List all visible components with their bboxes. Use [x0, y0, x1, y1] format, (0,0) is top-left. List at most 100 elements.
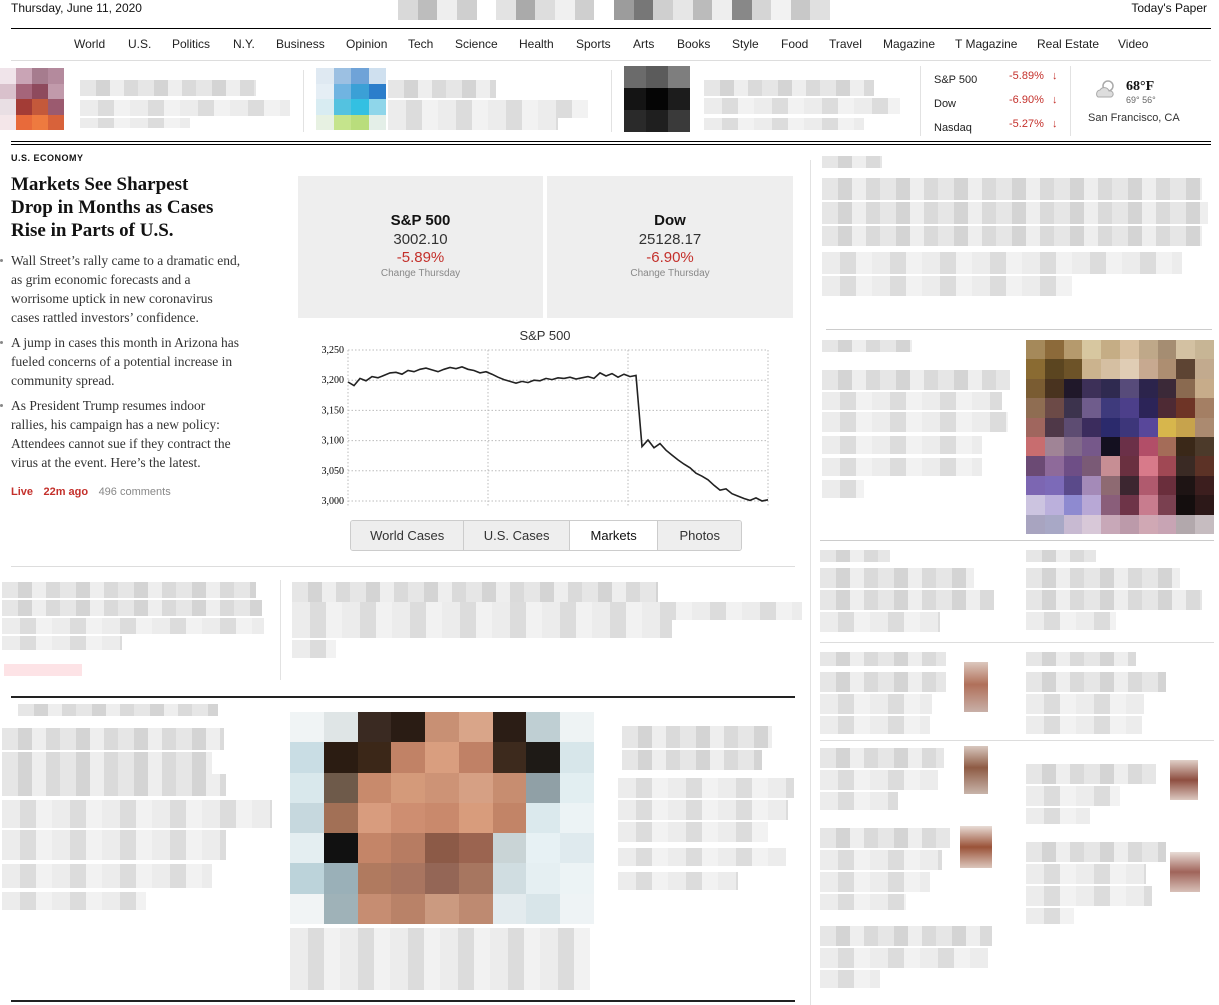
weather-location: San Francisco, CA [1088, 112, 1180, 124]
live-label: Live [11, 486, 34, 498]
section-nav: World U.S. Politics N.Y. Business Opinio… [11, 28, 1211, 61]
tab-world-cases[interactable]: World Cases [351, 521, 465, 550]
bullet-line: community spread. [11, 373, 115, 388]
headline-line: Rise in Parts of U.S. [11, 220, 174, 241]
comments-link[interactable]: 496 comments [99, 486, 171, 498]
opinion-card-blurred[interactable] [1026, 838, 1212, 928]
summary-bullet-1[interactable]: Wall Street’s rally came to a dramatic e… [0, 251, 285, 327]
bullet-dot-icon [0, 259, 3, 262]
partly-cloudy-icon [1096, 80, 1114, 98]
story-card-blurred[interactable] [2, 704, 277, 914]
stock-name: S&P 500 [390, 212, 451, 229]
y-tick-label: 3,050 [322, 466, 345, 477]
bullet-line: cases rattled investors’ confidence. [11, 310, 199, 325]
nav-item-tech[interactable]: Tech [408, 37, 433, 51]
opinion-card-blurred[interactable] [1026, 648, 1212, 738]
weather-widget[interactable]: 68°F 69° 56° San Francisco, CA [1088, 74, 1213, 134]
nav-item-t-magazine[interactable]: T Magazine [955, 37, 1017, 51]
bullet-line: fueled concerns of a potential increase … [11, 354, 233, 369]
summary-bullet-2[interactable]: A jump in cases this month in Arizona ha… [0, 333, 285, 390]
promo-thumbnail [624, 66, 690, 132]
promo-briefing-2[interactable] [314, 68, 604, 132]
stock-change: -6.90% [646, 249, 694, 266]
nav-item-real-estate[interactable]: Real Estate [1037, 37, 1099, 51]
bullet-line: rallies, his campaign has a new policy: [11, 417, 220, 432]
story-card-blurred[interactable] [618, 708, 800, 938]
promo-briefing-3[interactable] [624, 66, 914, 132]
todays-paper-link[interactable]: Today's Paper [1131, 1, 1207, 15]
bullet-line: As President Trump resumes indoor [11, 398, 206, 413]
bullet-line: Wall Street’s rally came to a dramatic e… [11, 253, 241, 268]
opinion-card-blurred[interactable] [1026, 550, 1212, 634]
opinion-card-blurred[interactable] [820, 922, 1010, 992]
nav-item-video[interactable]: Video [1118, 37, 1148, 51]
bullet-line: worrisome uptick in new coronavirus [11, 291, 213, 306]
opinion-photo[interactable] [1026, 340, 1214, 534]
y-tick-label: 3,200 [322, 375, 345, 386]
summary-bullet-3[interactable]: As President Trump resumes indoor rallie… [0, 396, 285, 472]
nav-item-business[interactable]: Business [276, 37, 325, 51]
ticker-row-nasdaq: Nasdaq -5.27% ↓ [934, 118, 1059, 136]
markets-ticker[interactable]: S&P 500 -5.89% ↓ Dow -6.90% ↓ Nasdaq -5.… [934, 66, 1064, 136]
tab-photos[interactable]: Photos [658, 521, 741, 550]
nav-item-arts[interactable]: Arts [633, 37, 654, 51]
nav-item-politics[interactable]: Politics [172, 37, 210, 51]
lead-headline[interactable]: Markets See Sharpest Drop in Months as C… [11, 173, 271, 242]
ticker-name: S&P 500 [934, 74, 978, 86]
stock-box-dow[interactable]: Dow 25128.17 -6.90% Change Thursday [547, 176, 793, 318]
ticker-name: Dow [934, 98, 957, 110]
tab-us-cases[interactable]: U.S. Cases [464, 521, 570, 550]
story-card-blurred[interactable] [2, 578, 264, 683]
opinion-card-blurred[interactable] [1026, 760, 1212, 830]
chart-title: S&P 500 [519, 328, 570, 343]
stock-box-sp500[interactable]: S&P 500 3002.10 -5.89% Change Thursday [298, 176, 543, 318]
down-arrow-icon: ↓ [1052, 94, 1058, 106]
y-tick-label: 3,100 [322, 436, 345, 447]
nav-item-sports[interactable]: Sports [576, 37, 611, 51]
opinion-card-blurred[interactable] [822, 156, 1212, 324]
story-kicker[interactable]: U.S. ECONOMY [11, 153, 84, 163]
promo-briefing-1[interactable] [0, 68, 292, 132]
bullet-line: as grim economic forecasts and a [11, 272, 191, 287]
bullet-line: Attendees cannot sue if they contract th… [11, 436, 231, 451]
ticker-change: -5.27% [1009, 118, 1044, 130]
nav-item-food[interactable]: Food [781, 37, 808, 51]
nav-item-us[interactable]: U.S. [128, 37, 151, 51]
weather-hi-lo: 69° 56° [1126, 95, 1156, 105]
opinion-card-blurred[interactable] [820, 648, 1010, 738]
sp500-intraday-chart: S&P 500 3,250 3,200 3,150 3,100 3,050 3,000 [322, 328, 769, 507]
opinion-card-blurred[interactable] [820, 744, 1010, 814]
nav-item-opinion[interactable]: Opinion [346, 37, 387, 51]
nav-item-travel[interactable]: Travel [829, 37, 862, 51]
headline-line: Drop in Months as Cases [11, 197, 214, 218]
stock-change: -5.89% [396, 249, 445, 266]
nav-item-ny[interactable]: N.Y. [233, 37, 255, 51]
nav-item-health[interactable]: Health [519, 37, 554, 51]
ticker-name: Nasdaq [934, 122, 972, 134]
story-card-blurred[interactable] [292, 572, 804, 672]
y-tick-label: 3,150 [322, 405, 345, 416]
promo-thumbnail [316, 68, 386, 130]
story-photo[interactable] [290, 712, 594, 924]
opinion-card-blurred[interactable] [820, 550, 996, 634]
ticker-change: -6.90% [1009, 94, 1044, 106]
nav-item-magazine[interactable]: Magazine [883, 37, 935, 51]
nav-item-style[interactable]: Style [732, 37, 759, 51]
current-date: Thursday, June 11, 2020 [11, 1, 142, 15]
nav-item-world[interactable]: World [74, 37, 105, 51]
ticker-row-sp500: S&P 500 -5.89% ↓ [934, 70, 1059, 88]
chart-tabs: World Cases U.S. Cases Markets Photos [350, 520, 742, 551]
stock-value: 25128.17 [638, 231, 702, 248]
y-tick-label: 3,250 [322, 345, 345, 356]
opinion-card-blurred[interactable] [820, 824, 1010, 914]
stock-note: Change Thursday [380, 268, 461, 279]
promo-thumbnail [0, 68, 64, 130]
tab-markets[interactable]: Markets [569, 521, 659, 550]
nav-item-science[interactable]: Science [455, 37, 498, 51]
story-meta: Live 22m ago 496 comments [11, 482, 171, 500]
down-arrow-icon: ↓ [1052, 118, 1058, 130]
masthead-logo[interactable] [398, 0, 831, 20]
opinion-card-blurred[interactable] [822, 340, 1018, 500]
nav-item-books[interactable]: Books [677, 37, 710, 51]
ticker-change: -5.89% [1009, 70, 1044, 82]
